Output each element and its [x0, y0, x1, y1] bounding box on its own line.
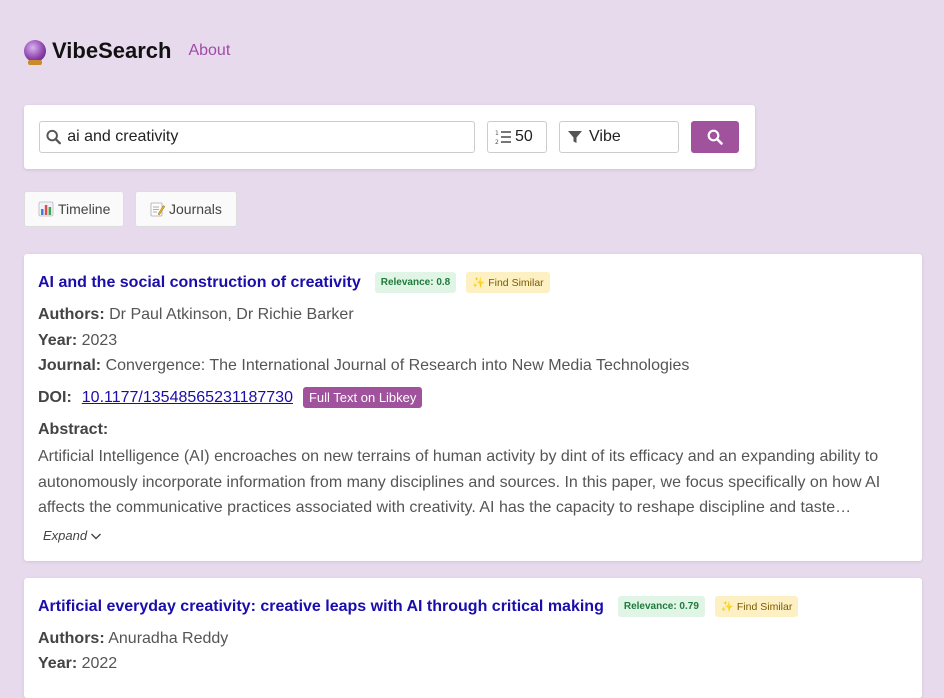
- result-card: AI and the social construction of creati…: [24, 254, 922, 561]
- app-logo-text: VibeSearch: [52, 38, 172, 63]
- memo-icon: [149, 201, 165, 217]
- authors-value: Dr Paul Atkinson, Dr Richie Barker: [109, 306, 354, 323]
- filter-icon: [568, 131, 582, 143]
- result-count-field[interactable]: 1 2 50: [487, 121, 547, 153]
- result-title-link[interactable]: Artificial everyday creativity: creative…: [38, 598, 604, 616]
- full-text-libkey-button[interactable]: Full Text on Libkey: [302, 387, 423, 408]
- timeline-label: Timeline: [58, 201, 111, 217]
- bar-chart-icon: [38, 201, 54, 217]
- authors-value: Anuradha Reddy: [108, 630, 229, 647]
- search-input[interactable]: [67, 128, 474, 146]
- svg-text:1: 1: [495, 130, 499, 137]
- abstract-heading: Abstract:: [38, 421, 108, 439]
- result-title-link[interactable]: AI and the social construction of creati…: [38, 274, 361, 292]
- search-field[interactable]: [39, 121, 475, 153]
- svg-text:2: 2: [495, 139, 499, 145]
- result-count-value: 50: [515, 128, 533, 145]
- timeline-button[interactable]: Timeline: [24, 191, 124, 227]
- search-button[interactable]: [691, 121, 739, 153]
- authors-label: Authors:: [38, 630, 105, 647]
- find-similar-button[interactable]: ✨ Find Similar: [714, 596, 799, 617]
- search-mode-select[interactable]: Vibe: [559, 121, 679, 153]
- search-icon: [707, 129, 723, 145]
- journal-row: Journal: Convergence: The International …: [38, 357, 689, 375]
- authors-label: Authors:: [38, 306, 105, 323]
- search-icon: [46, 129, 61, 145]
- authors-row: Authors: Anuradha Reddy: [38, 630, 228, 648]
- expand-toggle[interactable]: Expand: [43, 528, 102, 543]
- relevance-badge: Relevance: 0.79: [617, 596, 705, 617]
- year-value: 2023: [81, 332, 118, 349]
- year-label: Year:: [38, 332, 78, 349]
- numbered-list-icon: 1 2: [495, 130, 511, 145]
- abstract-text: Artificial Intelligence (AI) encroaches …: [38, 448, 881, 516]
- year-label: Year:: [38, 655, 78, 672]
- find-similar-button[interactable]: ✨ Find Similar: [466, 272, 550, 293]
- authors-row: Authors: Dr Paul Atkinson, Dr Richie Bar…: [38, 306, 354, 324]
- relevance-badge: Relevance: 0.8: [374, 272, 457, 293]
- year-row: Year: 2022: [38, 655, 117, 673]
- expand-label: Expand: [43, 528, 88, 543]
- result-title-row: Artificial everyday creativity: creative…: [38, 596, 799, 617]
- doi-row: DOI: 10.1177/13548565231187730 Full Text…: [38, 387, 423, 408]
- header: VibeSearch About: [24, 38, 230, 65]
- result-title-row: AI and the social construction of creati…: [38, 272, 550, 293]
- chevron-down-icon: [91, 533, 102, 539]
- journal-label: Journal:: [38, 357, 102, 374]
- search-mode-value: Vibe: [589, 128, 621, 145]
- journals-button[interactable]: Journals: [135, 191, 237, 227]
- doi-label: DOI:: [38, 388, 72, 406]
- result-card: Artificial everyday creativity: creative…: [24, 578, 922, 698]
- about-link[interactable]: About: [188, 42, 230, 60]
- journals-label: Journals: [169, 201, 222, 217]
- crystal-ball-icon: [24, 40, 46, 65]
- search-panel: 1 2 50 Vibe: [24, 105, 755, 169]
- year-value: 2022: [81, 655, 118, 672]
- doi-link[interactable]: 10.1177/13548565231187730: [82, 389, 293, 407]
- year-row: Year: 2023: [38, 332, 117, 350]
- journal-value: Convergence: The International Journal o…: [105, 357, 690, 374]
- abstract-label: Abstract:: [38, 421, 109, 438]
